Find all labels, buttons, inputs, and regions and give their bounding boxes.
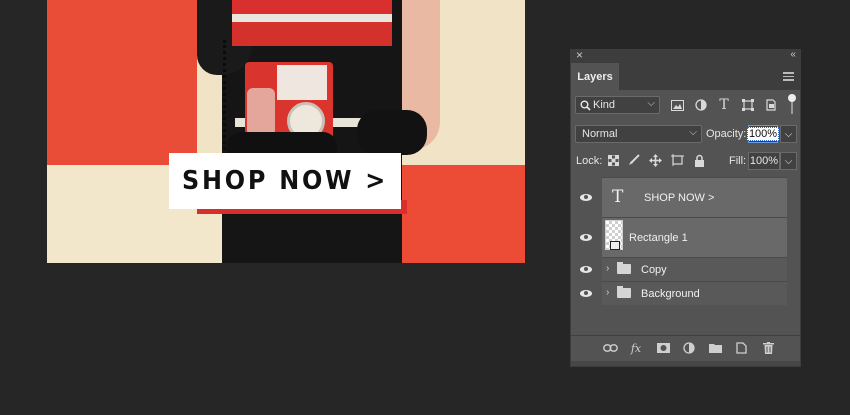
filter-toggle-bar [791,102,793,114]
opacity-input[interactable]: 100% [746,125,780,143]
chevron-down-icon: ⌵ [647,98,655,109]
chevron-right-icon[interactable]: › [606,287,609,298]
fill-input[interactable]: 100% [748,152,780,170]
opacity-label: Opacity: [706,128,747,140]
chevron-down-icon: ⌵ [689,127,697,138]
lock-image-pixels-icon[interactable] [627,153,641,167]
eye-icon [580,265,592,273]
smart-object-filter-icon[interactable] [764,98,778,112]
eye-icon [580,193,592,201]
shape-badge-icon [610,241,620,250]
layer-row[interactable]: › Background [571,281,787,305]
fx-icon[interactable]: fx [628,340,644,356]
fill-dropdown-button[interactable]: ⌵ [780,152,797,170]
opacity-value: 100% [746,127,780,141]
photo-telephone-handset [247,88,275,136]
layer-name: Rectangle 1 [629,232,688,244]
filter-row: Kind ⌵ T [571,94,800,118]
delete-layer-icon[interactable] [760,340,776,356]
shop-now-text: SHOP NOW > [181,166,389,196]
layer-name: Copy [641,264,667,276]
layer-mask-icon[interactable] [655,340,671,356]
opacity-dropdown-button[interactable]: ⌵ [780,125,797,143]
text-layer-icon: T [612,187,624,207]
blend-row: Normal ⌵ Opacity: 100% ⌵ [571,125,800,147]
type-filter-icon[interactable]: T [717,97,731,113]
lock-transparent-pixels-icon[interactable] [606,153,620,167]
panel-resize-handle[interactable] [571,361,800,366]
shop-now-banner[interactable]: SHOP NOW > [169,153,401,209]
eye-icon [580,289,592,297]
lock-all-icon[interactable] [692,153,706,167]
filter-kind-select[interactable]: Kind ⌵ [575,96,660,114]
new-group-icon[interactable] [707,340,723,356]
fill-label: Fill: [729,155,747,167]
photo-stripe [232,14,392,22]
filter-kind-label: Kind [593,99,616,111]
panel-menu-icon[interactable] [783,72,794,81]
lock-artboard-icon[interactable] [670,153,684,167]
lock-row: Lock: Fill: 100% ⌵ [571,152,800,172]
layer-thumbnail [605,220,623,250]
fill-value: 100% [749,155,779,167]
adjustment-layer-icon[interactable] [681,340,697,356]
search-icon [580,100,591,111]
layer-row[interactable]: T SHOP NOW > [571,177,787,217]
image-filter-icon[interactable] [670,98,684,112]
new-layer-icon[interactable] [733,340,749,356]
panel-bottom-toolbar: fx [571,335,800,360]
layers-panel: × ‹‹ Layers Kind ⌵ T Normal ⌵ Opacity: 1… [570,48,801,367]
layer-row[interactable]: Rectangle 1 [571,217,787,257]
photo-stripe [232,22,392,46]
document-canvas[interactable]: SHOP NOW > [47,0,525,263]
panel-tab-bar: Layers [571,63,800,90]
shape-filter-icon[interactable] [741,98,755,112]
layer-name: Background [641,288,700,300]
blend-mode-select[interactable]: Normal ⌵ [575,125,702,143]
adjustment-filter-icon[interactable] [694,98,708,112]
layer-row[interactable]: › Copy [571,257,787,281]
photo-glove-right [357,110,427,155]
layer-body[interactable]: › Copy [602,257,787,281]
visibility-toggle[interactable] [571,217,601,257]
visibility-toggle[interactable] [571,281,601,305]
layer-body-selected[interactable]: T SHOP NOW > [602,177,787,217]
layer-body[interactable]: Rectangle 1 [602,217,787,257]
blend-mode-value: Normal [582,128,618,140]
lock-label: Lock: [576,155,603,167]
panel-titlebar[interactable]: × ‹‹ [571,48,800,63]
layer-name: SHOP NOW > [644,192,715,204]
chevron-right-icon[interactable]: › [606,263,609,274]
close-icon[interactable]: × [576,48,583,62]
folder-icon [617,286,631,298]
link-layers-icon[interactable] [602,340,618,356]
visibility-toggle[interactable] [571,257,601,281]
layer-body[interactable]: › Background [602,281,787,305]
eye-icon [580,233,592,241]
folder-icon [617,262,631,274]
tab-layers[interactable]: Layers [571,63,619,90]
photo-telephone-top [277,65,327,100]
collapse-icon[interactable]: ‹‹ [790,49,796,60]
photo-stripe [232,0,392,14]
filter-toggle-icon[interactable] [788,94,796,102]
lock-position-icon[interactable] [648,153,662,167]
visibility-toggle[interactable] [571,177,601,217]
